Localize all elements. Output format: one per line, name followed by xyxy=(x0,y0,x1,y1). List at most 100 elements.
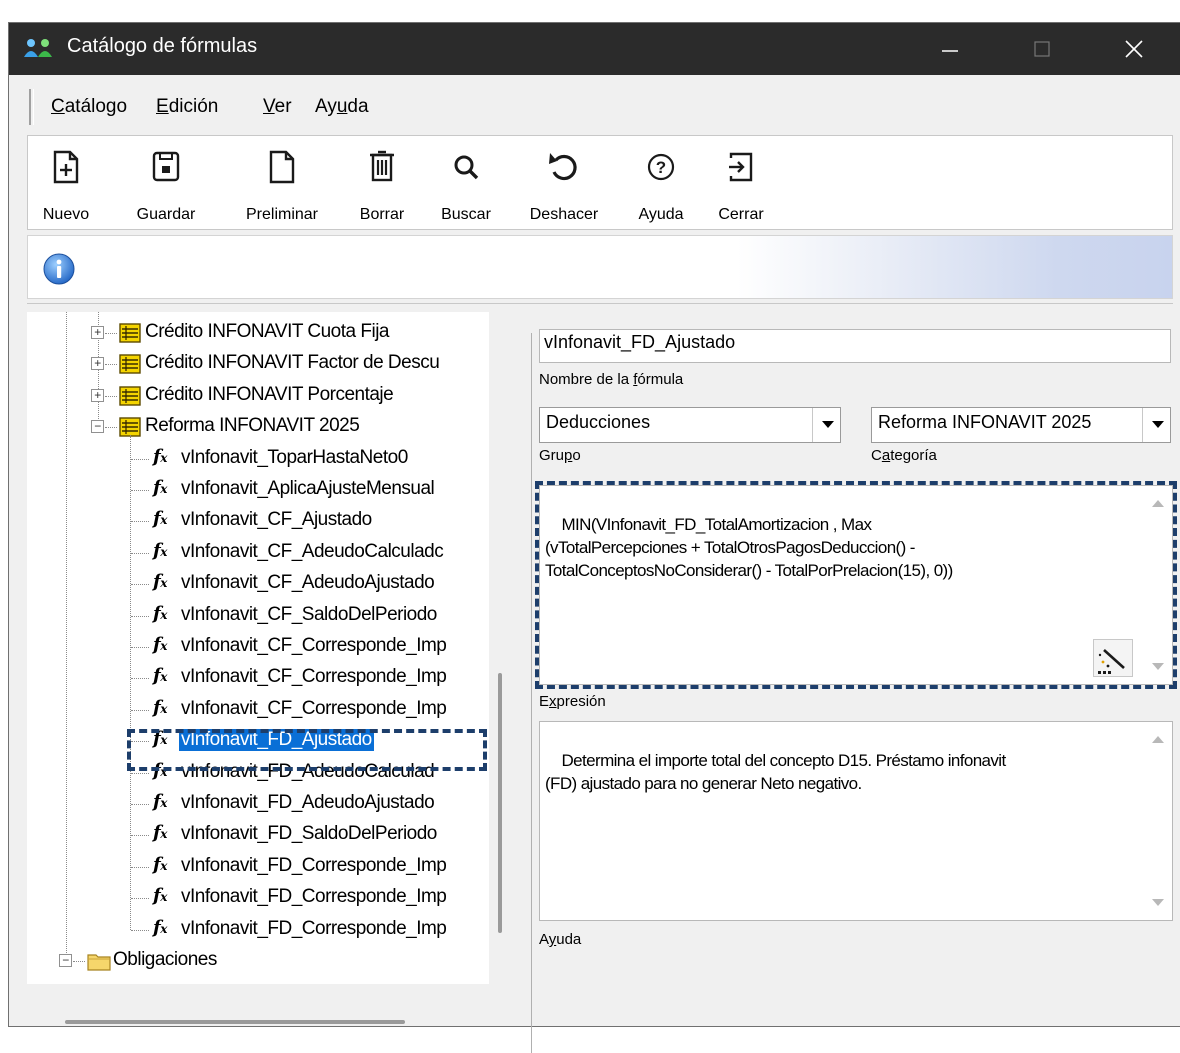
save-button[interactable]: Guardar xyxy=(124,144,208,224)
tree-formula-row[interactable]: fx vInfonavit_CF_Corresponde_Imp xyxy=(27,694,489,725)
folder-icon xyxy=(87,954,111,971)
delete-button[interactable]: Borrar xyxy=(346,144,418,224)
list-category-icon xyxy=(119,386,141,406)
tree-formula-row[interactable]: fx vInfonavit_CF_SaldoDelPeriodo xyxy=(27,600,489,631)
search-button[interactable]: Buscar xyxy=(428,144,504,224)
new-button[interactable]: Nuevo xyxy=(34,144,98,224)
help-button[interactable]: ? Ayuda xyxy=(626,144,696,224)
formula-name-field[interactable]: vInfonavit_FD_Ajustado xyxy=(539,329,1171,363)
tree-formula-label: vInfonavit_AplicaAjusteMensual xyxy=(181,478,435,499)
tree-horizontal-scrollbar[interactable] xyxy=(27,984,507,1024)
tree-folder-row[interactable]: + Crédito INFONAVIT Factor de Descu xyxy=(27,348,489,379)
minimize-icon xyxy=(942,50,958,52)
tree-formula-label: vInfonavit_FD_Corresponde_Imp xyxy=(181,917,447,939)
tree-formula-row[interactable]: fx vInfonavit_AplicaAjusteMensual xyxy=(27,474,489,505)
formula-tree[interactable]: + Crédito INFONAVIT Cuota Fija + Crédito IN… xyxy=(27,312,489,984)
info-bar xyxy=(27,235,1173,299)
scroll-down-icon[interactable] xyxy=(1152,663,1164,670)
formula-editor-button[interactable] xyxy=(1093,639,1133,677)
function-icon: fx xyxy=(153,791,167,812)
function-icon: fx xyxy=(153,602,167,624)
close-form-button[interactable]: Cerrar xyxy=(706,144,776,224)
maximize-icon xyxy=(1034,41,1050,57)
maximize-button[interactable] xyxy=(996,23,1088,75)
tree-formula-label: vInfonavit_CF_SaldoDelPeriodo xyxy=(181,603,437,625)
function-icon: fx xyxy=(153,634,167,655)
tree-formula-row[interactable]: fx vInfonavit_FD_AdeudoAjustado xyxy=(27,788,489,819)
tree-formula-label: vInfonavit_FD_AdeudoCalculad xyxy=(181,760,435,782)
scroll-up-icon[interactable] xyxy=(1152,736,1164,743)
close-button[interactable] xyxy=(1088,23,1180,75)
collapse-icon[interactable]: − xyxy=(59,954,72,967)
expand-icon[interactable]: + xyxy=(91,326,104,339)
category-select[interactable]: Reforma INFONAVIT 2025 xyxy=(871,407,1171,443)
tree-folder-row[interactable]: − Reforma INFONAVIT 2025 xyxy=(27,411,489,442)
tree-formula-row[interactable]: fx vInfonavit_CF_Corresponde_Imp xyxy=(27,631,489,662)
tree-formula-row[interactable]: fx vInfonavit_FD_Corresponde_Imp xyxy=(27,851,489,882)
menu-ayuda[interactable]: Ayuda xyxy=(315,96,369,118)
group-select[interactable]: Deducciones xyxy=(539,407,841,443)
tree-folder-row[interactable]: − Obligaciones xyxy=(27,945,489,976)
minimize-button[interactable] xyxy=(904,23,996,75)
undo-button[interactable]: Deshacer xyxy=(516,144,612,224)
tree-formula-row[interactable]: fx vInfonavit_CF_AdeudoAjustado xyxy=(27,568,489,599)
new-icon xyxy=(53,150,79,184)
help-caption: Ayuda xyxy=(539,931,582,948)
tree-formula-row[interactable]: fx vInfonavit_FD_Ajustado xyxy=(27,725,489,756)
group-caption: Grupo xyxy=(539,447,581,464)
document-icon xyxy=(269,150,295,184)
function-icon: fx xyxy=(153,477,167,498)
menu-grip[interactable] xyxy=(29,89,34,125)
collapse-icon[interactable]: − xyxy=(91,420,104,434)
trash-icon xyxy=(370,150,394,182)
tree-formula-row[interactable]: fx vInfonavit_FD_Corresponde_Imp xyxy=(27,914,489,945)
tree-folder-row[interactable]: + Crédito INFONAVIT Cuota Fija xyxy=(27,317,489,348)
panel-divider[interactable] xyxy=(531,333,532,1053)
tree-formula-label: vInfonavit_FD_Corresponde_Imp xyxy=(181,886,447,908)
list-category-icon xyxy=(119,323,141,343)
search-icon xyxy=(454,155,479,180)
expression-caption: Expresión xyxy=(539,693,606,710)
app-icon xyxy=(24,39,52,57)
tree-formula-row[interactable]: fx vInfonavit_CF_Ajustado xyxy=(27,505,489,536)
tree-folder-row[interactable]: + Crédito INFONAVIT Porcentaje xyxy=(27,380,489,411)
tree-folder-label: Crédito INFONAVIT Factor de Descu xyxy=(145,352,440,374)
tree-horizontal-scroll-thumb[interactable] xyxy=(65,1020,405,1024)
scroll-down-icon[interactable] xyxy=(1152,899,1164,906)
function-icon: fx xyxy=(153,665,167,687)
chevron-down-icon[interactable] xyxy=(812,408,840,442)
expand-icon[interactable]: + xyxy=(91,357,104,371)
function-icon: fx xyxy=(153,728,167,750)
info-icon xyxy=(43,253,75,285)
tree-formula-row[interactable]: fx vInfonavit_CF_AdeudoCalculadc xyxy=(27,537,489,568)
formula-name-caption: Nombre de la fórmula xyxy=(539,371,684,388)
tree-vertical-scroll-thumb[interactable] xyxy=(498,673,502,933)
menu-edicion[interactable]: Edición xyxy=(156,96,218,118)
function-icon: fx xyxy=(153,571,167,593)
tree-formula-row[interactable]: fx vInfonavit_ToparHastaNeto0 xyxy=(27,443,489,474)
preview-button[interactable]: Preliminar xyxy=(232,144,332,224)
menu-catalogo[interactable]: Catálogo xyxy=(51,96,127,118)
tree-folder-label: Crédito INFONAVIT Cuota Fija xyxy=(145,321,389,342)
function-icon: fx xyxy=(153,916,167,938)
tree-formula-row[interactable]: fx vInfonavit_FD_SaldoDelPeriodo xyxy=(27,819,489,850)
scroll-up-icon[interactable] xyxy=(1152,500,1164,507)
tree-formula-row[interactable]: fx vInfonavit_CF_Corresponde_Imp xyxy=(27,662,489,693)
function-icon: fx xyxy=(153,822,167,844)
function-icon: fx xyxy=(153,885,167,907)
svg-text:?: ? xyxy=(656,158,666,177)
tree-formula-row[interactable]: fx vInfonavit_FD_AdeudoCalculad xyxy=(27,757,489,788)
menu-ver[interactable]: Ver xyxy=(263,96,292,118)
formula-catalog-window: Catálogo de fórmulas Catálogo Edición Ve… xyxy=(8,22,1180,1053)
title-bar[interactable]: Catálogo de fórmulas xyxy=(9,23,1180,75)
tree-formula-label: vInfonavit_FD_AdeudoAjustado xyxy=(181,792,435,813)
expression-textarea[interactable]: MIN(VInfonavit_FD_TotalAmortizacion , Ma… xyxy=(539,485,1173,685)
tree-folder-label: Crédito INFONAVIT Porcentaje xyxy=(145,383,394,405)
help-textarea[interactable]: Determina el importe total del concepto … xyxy=(539,721,1173,921)
tree-folder-label: Obligaciones xyxy=(113,949,217,970)
window-title: Catálogo de fórmulas xyxy=(67,35,258,57)
help-icon: ? xyxy=(647,153,675,181)
chevron-down-icon[interactable] xyxy=(1142,408,1170,442)
expand-icon[interactable]: + xyxy=(91,388,104,402)
tree-formula-row[interactable]: fx vInfonavit_FD_Corresponde_Imp xyxy=(27,882,489,913)
